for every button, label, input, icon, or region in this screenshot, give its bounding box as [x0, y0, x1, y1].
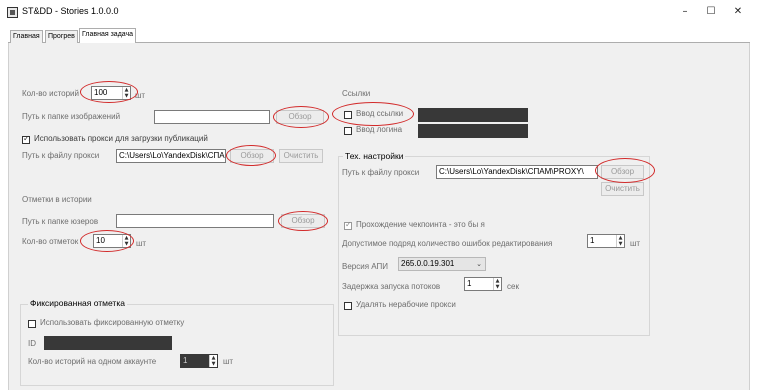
- tech-settings-title: Тех. настройки: [343, 151, 406, 161]
- users-folder-label: Путь к папке юзеров: [22, 217, 99, 226]
- login-input-checkbox[interactable]: [344, 127, 352, 135]
- thread-delay-label: Задержка запуска потоков: [342, 282, 441, 291]
- fixed-id-input[interactable]: [44, 336, 172, 350]
- use-proxy-label: Использовать прокси для загрузки публика…: [34, 134, 208, 143]
- stepper-arrows-icon[interactable]: ▲ ▼: [209, 355, 217, 367]
- tech-proxy-browse-button[interactable]: Обзор: [601, 165, 644, 179]
- login-input-field[interactable]: [418, 124, 528, 138]
- fixed-mention-title: Фиксированная отметка: [28, 298, 127, 308]
- stories-count-value: 100: [94, 88, 108, 97]
- thread-delay-stepper[interactable]: 1 ▲ ▼: [464, 277, 502, 291]
- use-proxy-checkbox[interactable]: [22, 134, 30, 144]
- link-input-checkbox[interactable]: [344, 111, 352, 119]
- tech-proxy-file-input[interactable]: C:\Users\Lo\YandexDisk\СПАМ\PROXY\: [436, 165, 598, 179]
- edit-errors-stepper[interactable]: 1 ▲ ▼: [587, 234, 625, 248]
- stories-per-account-value: 1: [183, 356, 188, 365]
- links-section-label: Ссылки: [342, 89, 371, 98]
- stories-count-unit: шт: [135, 91, 146, 100]
- checkpoint-checkbox[interactable]: [344, 220, 352, 230]
- proxy-file-clear-button[interactable]: Очистить: [279, 149, 323, 163]
- link-input-label: Ввод ссылки: [356, 109, 404, 118]
- mentions-count-unit: шт: [136, 239, 147, 248]
- stories-per-account-label: Кол-во историй на одном аккаунте: [28, 357, 157, 366]
- users-folder-browse-button[interactable]: Обзор: [281, 214, 325, 228]
- stories-count-label: Кол-во историй: [22, 89, 79, 98]
- thread-delay-value: 1: [467, 279, 472, 288]
- stories-per-account-unit: шт: [223, 357, 234, 366]
- chevron-down-icon: ⌄: [476, 260, 482, 268]
- edit-errors-label: Допустимое подряд количество ошибок реда…: [342, 239, 553, 248]
- link-input-field[interactable]: [418, 108, 528, 122]
- mentions-count-value: 10: [96, 236, 105, 245]
- mentions-section-label: Отметки в истории: [22, 195, 92, 204]
- tab-main-task[interactable]: Главная задача: [79, 28, 137, 43]
- tech-proxy-clear-button[interactable]: Очистить: [601, 182, 644, 196]
- mentions-count-label: Кол-во отметок: [22, 237, 79, 246]
- mentions-count-stepper[interactable]: 10 ▲ ▼: [93, 234, 131, 248]
- tech-proxy-file-label: Путь к файлу прокси: [342, 168, 420, 177]
- delete-proxy-checkbox[interactable]: [344, 302, 352, 310]
- api-version-label: Версия АПИ: [342, 262, 389, 271]
- delete-proxy-label: Удалять нерабочие прокси: [356, 300, 456, 309]
- stories-per-account-stepper[interactable]: 1 ▲ ▼: [180, 354, 218, 368]
- proxy-file-input[interactable]: C:\Users\Lo\YandexDisk\СПАМ: [116, 149, 226, 163]
- edit-errors-unit: шт: [630, 239, 641, 248]
- stories-count-stepper[interactable]: 100 ▲ ▼: [91, 86, 131, 100]
- images-folder-label: Путь к папке изображений: [22, 112, 121, 121]
- checkpoint-label: Прохождение чекпоинта - это бы я: [356, 220, 485, 229]
- stepper-arrows-icon[interactable]: ▲ ▼: [616, 235, 624, 247]
- api-version-value: 265.0.0.19.301: [401, 259, 455, 268]
- proxy-file-label: Путь к файлу прокси: [22, 151, 100, 160]
- fixed-id-label: ID: [28, 339, 36, 348]
- thread-delay-unit: сек: [507, 282, 519, 291]
- stepper-arrows-icon[interactable]: ▲ ▼: [493, 278, 501, 290]
- use-fixed-mention-checkbox[interactable]: [28, 320, 36, 328]
- users-folder-input[interactable]: [116, 214, 274, 228]
- images-folder-browse-button[interactable]: Обзор: [276, 110, 324, 124]
- images-folder-input[interactable]: [154, 110, 270, 124]
- api-version-select[interactable]: 265.0.0.19.301 ⌄: [398, 257, 486, 271]
- stepper-arrows-icon[interactable]: ▲ ▼: [122, 87, 130, 99]
- proxy-file-browse-button[interactable]: Обзор: [230, 149, 274, 163]
- edit-errors-value: 1: [590, 236, 595, 245]
- login-input-label: Ввод логина: [356, 125, 403, 134]
- use-fixed-mention-label: Использовать фиксированную отметку: [40, 318, 185, 327]
- stepper-arrows-icon[interactable]: ▲ ▼: [122, 235, 130, 247]
